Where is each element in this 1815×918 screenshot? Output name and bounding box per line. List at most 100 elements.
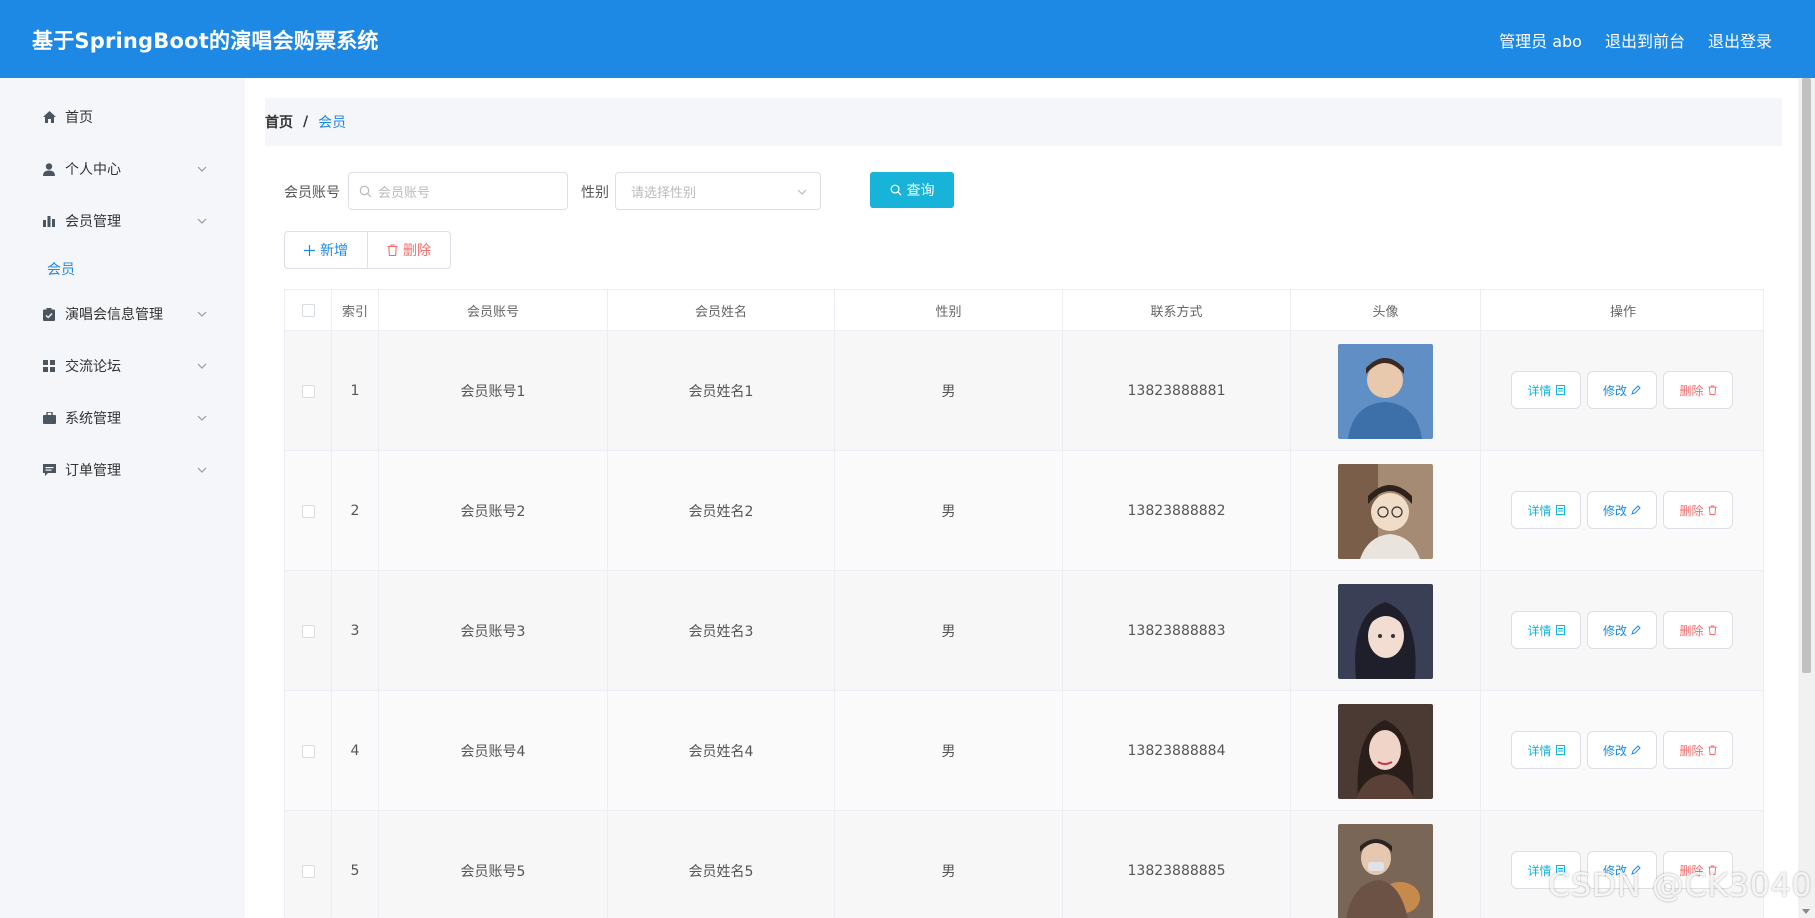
delete-button[interactable]: 删除 [1663, 371, 1733, 409]
header-links: 管理员 abo 退出到前台 退出登录 [1499, 28, 1772, 52]
select-all-checkbox[interactable] [301, 304, 315, 317]
sidebar-subitem-member[interactable]: 会员 [47, 259, 75, 279]
sidebar-item-order-management[interactable]: 订单管理 [0, 450, 245, 490]
delete-button[interactable]: 删除 [1663, 611, 1733, 649]
edit-icon [1631, 625, 1641, 635]
detail-button[interactable]: 详情 [1511, 371, 1581, 409]
main-content: 首页 / 会员 会员账号 会员账号 性别 请选择性别 查询 新增 删除 索引 会… [245, 78, 1798, 918]
sidebar-item-label: 系统管理 [65, 411, 121, 427]
cell-index: 2 [332, 451, 379, 571]
account-input-placeholder: 会员账号 [378, 185, 431, 201]
cell-avatar [1291, 691, 1481, 811]
sidebar: 首页 个人中心 会员管理 会员 演唱会信息管理 交流论坛 系统管理 订单管理 [0, 78, 245, 918]
cell-actions: 详情 修改 删除 [1481, 331, 1763, 451]
cell-gender: 男 [835, 571, 1063, 691]
avatar [1338, 703, 1433, 799]
exit-to-frontend-link[interactable]: 退出到前台 [1605, 28, 1685, 52]
logout-link[interactable]: 退出登录 [1708, 28, 1772, 52]
detail-label: 详情 [1527, 623, 1552, 638]
watermark: CSDN @CK3040 [1548, 866, 1813, 904]
search-bar: 会员账号 会员账号 性别 请选择性别 查询 [284, 172, 984, 210]
admin-user-link[interactable]: 管理员 abo [1499, 28, 1582, 52]
row-checkbox-cell [285, 451, 332, 571]
column-header: 联系方式 [1063, 290, 1291, 331]
detail-label: 详情 [1527, 743, 1552, 758]
row-checkbox[interactable] [301, 624, 315, 638]
delete-label: 删除 [1679, 383, 1704, 398]
chevron-down-icon [197, 166, 207, 172]
cell-name: 会员姓名2 [608, 451, 835, 571]
sidebar-item-member-management[interactable]: 会员管理 [0, 201, 245, 241]
delete-button[interactable]: 删除 [1663, 731, 1733, 769]
sidebar-item-forum[interactable]: 交流论坛 [0, 346, 245, 386]
user-icon [41, 161, 57, 177]
scrollbar-thumb[interactable] [1802, 78, 1811, 673]
cell-phone: 13823888885 [1063, 811, 1291, 918]
edit-label: 修改 [1602, 623, 1627, 638]
cell-name: 会员姓名3 [608, 571, 835, 691]
gender-select[interactable]: 请选择性别 [615, 172, 821, 210]
row-checkbox[interactable] [301, 864, 315, 878]
sidebar-item-system-management[interactable]: 系统管理 [0, 398, 245, 438]
detail-button[interactable]: 详情 [1511, 491, 1581, 529]
cell-gender: 男 [835, 691, 1063, 811]
sidebar-item-label: 订单管理 [65, 463, 121, 479]
search-button[interactable]: 查询 [870, 172, 954, 208]
delete-button[interactable]: 删除 [1663, 491, 1733, 529]
cell-avatar [1291, 331, 1481, 451]
document-icon [1555, 505, 1565, 515]
detail-button[interactable]: 详情 [1511, 731, 1581, 769]
delete-button-label: 删除 [403, 243, 431, 259]
select-all-cell [285, 290, 332, 331]
edit-button[interactable]: 修改 [1587, 611, 1657, 649]
sidebar-item-concert-info-management[interactable]: 演唱会信息管理 [0, 294, 245, 334]
detail-label: 详情 [1527, 383, 1552, 398]
breadcrumb: 首页 / 会员 [265, 98, 1782, 146]
add-button[interactable]: 新增 [284, 231, 368, 269]
cell-name: 会员姓名1 [608, 331, 835, 451]
cell-name: 会员姓名5 [608, 811, 835, 918]
breadcrumb-home[interactable]: 首页 [265, 112, 293, 132]
edit-label: 修改 [1602, 503, 1627, 518]
edit-icon [1631, 745, 1641, 755]
sidebar-item-personal-center[interactable]: 个人中心 [0, 149, 245, 189]
cell-index: 4 [332, 691, 379, 811]
page-scrollbar[interactable] [1798, 78, 1815, 918]
document-icon [1555, 385, 1565, 395]
avatar [1338, 823, 1433, 918]
row-checkbox[interactable] [301, 744, 315, 758]
batch-delete-button[interactable]: 删除 [367, 231, 451, 269]
edit-button[interactable]: 修改 [1587, 731, 1657, 769]
breadcrumb-current: 会员 [318, 115, 347, 131]
row-checkbox[interactable] [301, 384, 315, 398]
cell-phone: 13823888881 [1063, 331, 1291, 451]
cell-gender: 男 [835, 811, 1063, 918]
cell-gender: 男 [835, 331, 1063, 451]
column-header: 性别 [835, 290, 1063, 331]
document-icon [1555, 745, 1565, 755]
plus-icon [304, 244, 315, 256]
account-search-input[interactable]: 会员账号 [348, 172, 568, 210]
detail-button[interactable]: 详情 [1511, 611, 1581, 649]
row-checkbox[interactable] [301, 504, 315, 518]
delete-label: 删除 [1679, 743, 1704, 758]
chevron-down-icon [197, 467, 207, 473]
clipboard-icon [41, 306, 57, 322]
avatar [1338, 463, 1433, 559]
account-label: 会员账号 [284, 185, 340, 201]
edit-button[interactable]: 修改 [1587, 371, 1657, 409]
cell-actions: 详情 修改 删除 [1481, 451, 1763, 571]
trash-icon [1707, 745, 1717, 755]
gender-select-placeholder: 请选择性别 [631, 185, 697, 201]
chevron-down-icon [197, 415, 207, 421]
scroll-down-arrow-icon[interactable] [1802, 909, 1810, 914]
edit-button[interactable]: 修改 [1587, 491, 1657, 529]
delete-label: 删除 [1679, 503, 1704, 518]
grid-icon [41, 358, 57, 374]
row-checkbox-cell [285, 811, 332, 918]
cell-index: 5 [332, 811, 379, 918]
cell-actions: 详情 修改 删除 [1481, 571, 1763, 691]
sidebar-item-home[interactable]: 首页 [0, 97, 245, 137]
cell-phone: 13823888884 [1063, 691, 1291, 811]
column-header: 操作 [1609, 305, 1636, 320]
